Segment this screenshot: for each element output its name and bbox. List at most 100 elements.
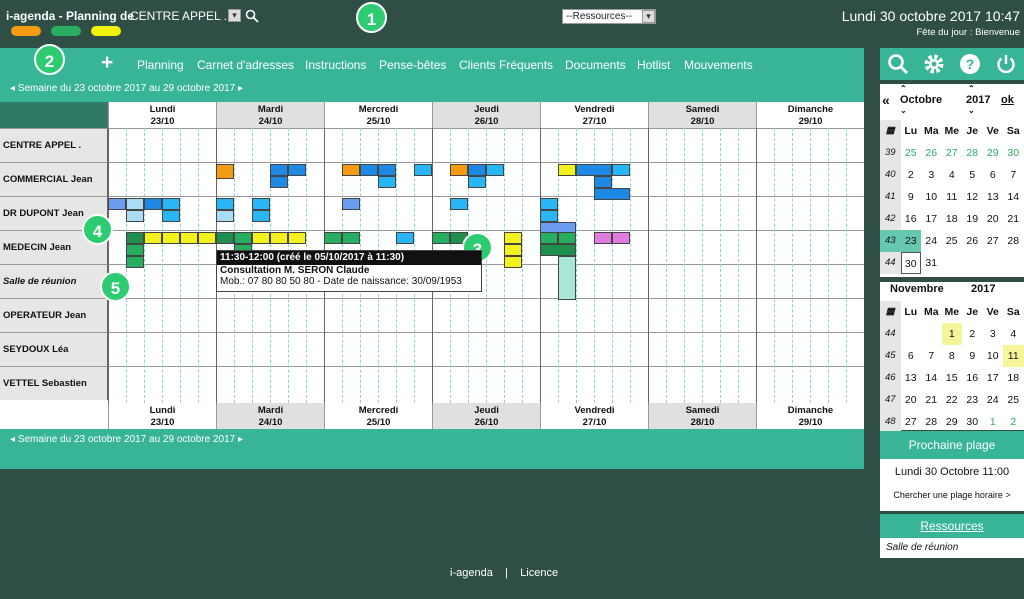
appointment-block[interactable] xyxy=(486,164,504,176)
month-down-icon[interactable]: ⌄ xyxy=(900,106,907,115)
calendar-week-number[interactable]: 48 xyxy=(880,411,901,433)
help-icon[interactable]: ? xyxy=(959,53,981,75)
appointment-block[interactable] xyxy=(126,198,144,210)
next-week-icon[interactable]: ▸ xyxy=(235,434,243,445)
day-header-2[interactable]: Mercredi 25/10 xyxy=(324,403,432,429)
next-slot[interactable]: Lundi 30 Octobre 11:00 xyxy=(880,459,1024,478)
search-slot-link[interactable]: Chercher une plage horaire > xyxy=(880,478,1024,500)
appointment-block[interactable] xyxy=(342,232,360,244)
calendar-day[interactable]: 27 xyxy=(901,411,922,433)
day-header-4[interactable]: Vendredi 27/10 xyxy=(540,403,648,429)
calendar-week-number[interactable]: 45 xyxy=(880,345,901,367)
appointment-block[interactable] xyxy=(540,210,558,222)
nav-mouvements[interactable]: Mouvements xyxy=(684,58,753,72)
calendar-day[interactable]: 20 xyxy=(901,389,922,411)
row-label[interactable]: OPERATEUR Jean xyxy=(0,298,108,332)
appointment-block[interactable] xyxy=(576,164,612,176)
status-pill-orange[interactable] xyxy=(11,26,41,36)
calendar-week-number[interactable]: 43 xyxy=(880,230,901,252)
calendar-day[interactable]: 4 xyxy=(1003,323,1024,345)
calendar-week-number[interactable]: 42 xyxy=(880,208,901,230)
resource-item[interactable]: Salle de réunion xyxy=(880,538,1024,558)
appointment-block[interactable] xyxy=(558,164,576,176)
calendar-day[interactable]: 8 xyxy=(942,345,963,367)
gear-icon[interactable] xyxy=(923,53,945,75)
appointment-block[interactable] xyxy=(198,232,216,244)
nav-pense-betes[interactable]: Pense-bêtes xyxy=(379,58,446,72)
appointment-block[interactable] xyxy=(288,232,306,244)
calendar-week-number[interactable]: 44 xyxy=(880,323,901,345)
day-header-1[interactable]: Mardi 24/10 xyxy=(216,102,324,128)
calendar-day[interactable]: 18 xyxy=(942,208,963,230)
calendar-day[interactable]: 26 xyxy=(962,230,983,252)
appointment-block[interactable] xyxy=(414,164,432,176)
calendar-day[interactable]: 13 xyxy=(983,186,1004,208)
appointment-block[interactable] xyxy=(216,164,234,179)
nav-instructions[interactable]: Instructions xyxy=(305,58,366,72)
calendar-day[interactable]: 21 xyxy=(1003,208,1024,230)
calendar-day[interactable]: 24 xyxy=(983,389,1004,411)
appointment-block[interactable] xyxy=(108,198,126,210)
calendar-day[interactable]: 30 xyxy=(962,411,983,433)
calendar-day[interactable]: 3 xyxy=(921,164,942,186)
calendar-day[interactable]: 30 xyxy=(1003,142,1024,164)
calendar-ok-button[interactable]: ok xyxy=(1001,94,1014,106)
calendar-week-number[interactable]: 39 xyxy=(880,142,901,164)
calendar-day[interactable]: 4 xyxy=(942,164,963,186)
calendar-day[interactable]: 1 xyxy=(983,411,1004,433)
calendar-day[interactable]: 20 xyxy=(983,208,1004,230)
day-header-5[interactable]: Samedi 28/10 xyxy=(648,403,756,429)
calendar-day[interactable]: 1 xyxy=(941,323,962,345)
calendar-day[interactable]: 16 xyxy=(962,367,983,389)
appointment-block[interactable] xyxy=(594,188,630,200)
calendar-day[interactable]: 29 xyxy=(983,142,1004,164)
calendar-day[interactable]: 21 xyxy=(921,389,942,411)
resources-link[interactable]: Ressources xyxy=(880,514,1024,538)
appointment-block[interactable] xyxy=(288,164,306,176)
calendar-day[interactable]: 7 xyxy=(1003,164,1024,186)
appointment-block[interactable] xyxy=(612,232,630,244)
appointment-block[interactable] xyxy=(126,210,144,222)
appointment-block[interactable] xyxy=(126,256,144,268)
calendar-day[interactable]: 31 xyxy=(921,252,942,274)
appointment-block[interactable] xyxy=(270,164,288,176)
calendar-day[interactable]: 22 xyxy=(942,389,963,411)
calendar-day[interactable]: 6 xyxy=(983,164,1004,186)
calendar-day[interactable]: 10 xyxy=(921,186,942,208)
appointment-block[interactable] xyxy=(540,244,576,256)
appointment-block[interactable] xyxy=(396,232,414,244)
cal-prev-icon[interactable]: « xyxy=(882,92,890,108)
appointment-block[interactable] xyxy=(252,198,270,210)
power-icon[interactable] xyxy=(995,53,1017,75)
appointment-block[interactable] xyxy=(558,232,576,244)
calendar-day[interactable]: 2 xyxy=(1003,411,1024,433)
row-label[interactable]: CENTRE APPEL . xyxy=(0,128,108,162)
appointment-block[interactable] xyxy=(216,198,234,210)
footer-link-licence[interactable]: Licence xyxy=(520,567,558,579)
appointment-block[interactable] xyxy=(162,232,180,244)
calendar-day[interactable]: 27 xyxy=(983,230,1004,252)
appointment-block[interactable] xyxy=(342,198,360,210)
search-icon[interactable] xyxy=(245,9,259,23)
appointment-block[interactable] xyxy=(144,198,162,210)
appointment-block[interactable] xyxy=(594,176,612,188)
row-label[interactable]: COMMERCIAL Jean xyxy=(0,162,108,196)
day-header-3[interactable]: Jeudi 26/10 xyxy=(432,403,540,429)
month-up-icon[interactable]: ⌃ xyxy=(900,84,907,93)
calendar-day[interactable]: 9 xyxy=(901,186,922,208)
week-label-bottom[interactable]: Semaine du 23 octobre 2017 au 29 octobre… xyxy=(18,434,235,445)
next-week-icon[interactable]: ▸ xyxy=(235,83,243,94)
calendar-year[interactable]: 2017 xyxy=(966,94,990,106)
calendar-day[interactable]: 28 xyxy=(962,142,983,164)
calendar-week-number[interactable]: 40 xyxy=(880,164,901,186)
calendar-day[interactable]: 11 xyxy=(1003,345,1024,367)
day-header-0[interactable]: Lundi 23/10 xyxy=(108,102,216,128)
calendar-day[interactable]: 9 xyxy=(962,345,983,367)
appointment-block[interactable] xyxy=(216,210,234,222)
calendar-week-number[interactable]: 44 xyxy=(880,252,901,274)
day-header-0[interactable]: Lundi 23/10 xyxy=(108,403,216,429)
status-pill-yellow[interactable] xyxy=(91,26,121,36)
appointment-block[interactable] xyxy=(162,210,180,222)
calendar-day[interactable]: 30 xyxy=(900,252,921,274)
appointment-block[interactable] xyxy=(378,164,396,176)
